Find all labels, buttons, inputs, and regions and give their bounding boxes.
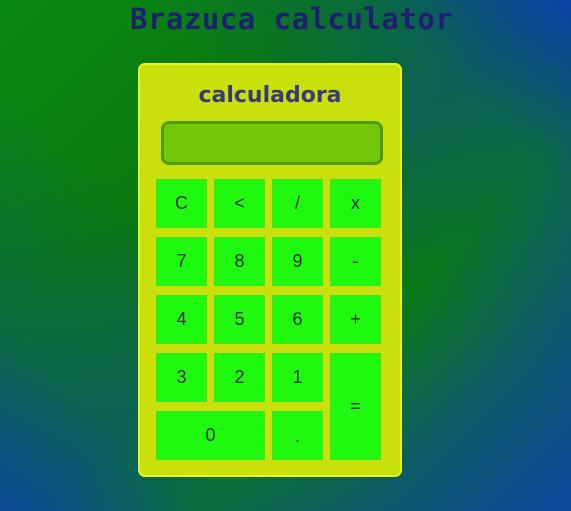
digit-5-button[interactable]: 5	[214, 295, 265, 344]
digit-9-button[interactable]: 9	[272, 237, 323, 286]
digit-8-button[interactable]: 8	[214, 237, 265, 286]
digit-4-button[interactable]: 4	[156, 295, 207, 344]
digit-7-button[interactable]: 7	[156, 237, 207, 286]
divide-button[interactable]: /	[272, 179, 323, 228]
equals-button[interactable]: =	[330, 353, 381, 460]
digit-1-button[interactable]: 1	[272, 353, 323, 402]
decimal-button[interactable]: .	[272, 411, 323, 460]
plus-button[interactable]: +	[330, 295, 381, 344]
clear-button[interactable]: C	[156, 179, 207, 228]
minus-button[interactable]: -	[330, 237, 381, 286]
calculator-body: calculadora C < / x 7 8 9 - 4 5 6 + 3 2 …	[138, 63, 402, 477]
digit-6-button[interactable]: 6	[272, 295, 323, 344]
digit-3-button[interactable]: 3	[156, 353, 207, 402]
digit-0-button[interactable]: 0	[156, 411, 265, 460]
backspace-button[interactable]: <	[214, 179, 265, 228]
page-title: Brazuca calculator	[130, 2, 454, 36]
calculator-display[interactable]	[161, 121, 383, 165]
digit-2-button[interactable]: 2	[214, 353, 265, 402]
calculator-title: calculadora	[198, 83, 342, 108]
multiply-button[interactable]: x	[330, 179, 381, 228]
